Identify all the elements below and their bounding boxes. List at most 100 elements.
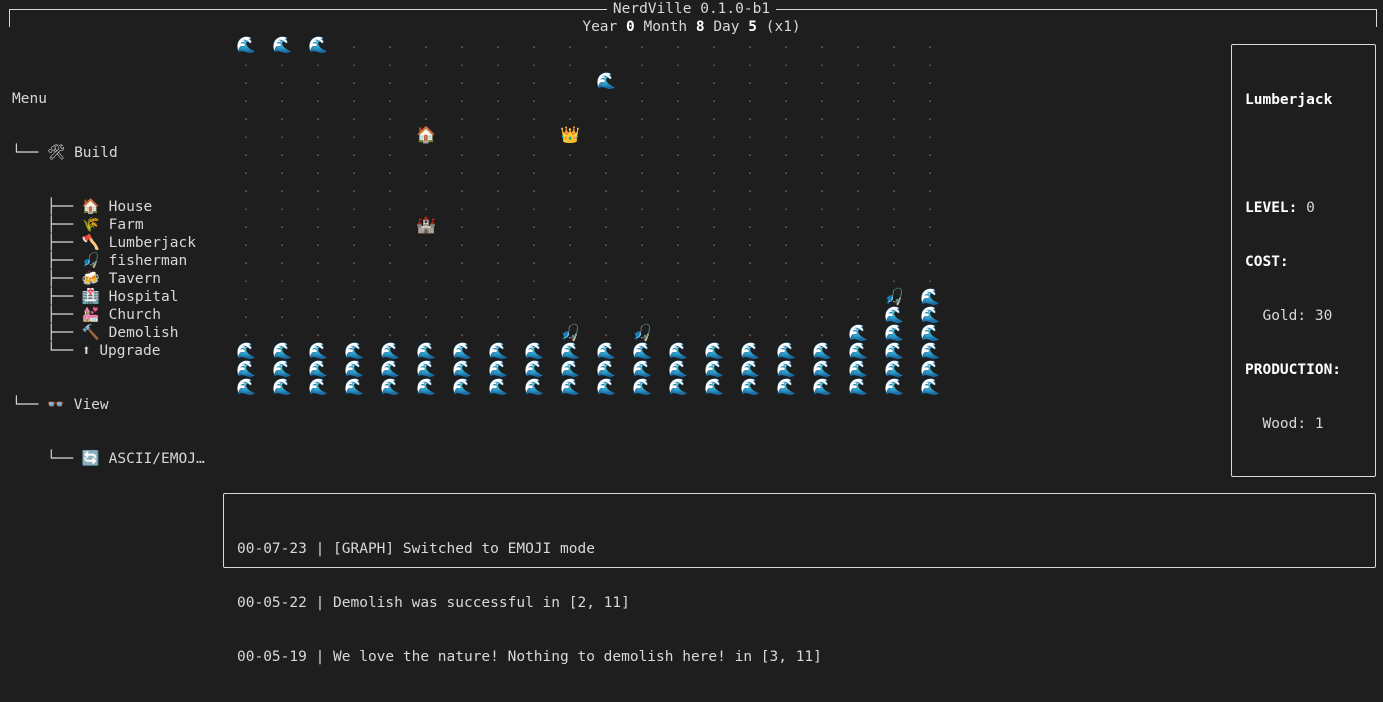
map-tile-empty[interactable]: . [624, 216, 660, 234]
map-tile-empty[interactable]: . [300, 216, 336, 234]
map-tile-empty[interactable]: . [876, 162, 912, 180]
map-tile-empty[interactable]: . [372, 216, 408, 234]
map-tile-empty[interactable]: . [336, 270, 372, 288]
map-tile-empty[interactable]: . [768, 72, 804, 90]
map-tile-empty[interactable]: . [804, 234, 840, 252]
map-tile-empty[interactable]: . [408, 288, 444, 306]
map-tile-water-icon[interactable]: 🌊 [516, 378, 552, 396]
map-tile-empty[interactable]: . [372, 288, 408, 306]
map-tile-empty[interactable]: . [264, 288, 300, 306]
map-tile-water-icon[interactable]: 🌊 [840, 324, 876, 342]
map-tile-empty[interactable]: . [876, 180, 912, 198]
map-tile-fisherman-icon[interactable]: 🎣 [624, 324, 660, 342]
map-tile-empty[interactable]: . [516, 216, 552, 234]
map-tile-empty[interactable]: . [516, 270, 552, 288]
map-tile-empty[interactable]: . [228, 180, 264, 198]
map-tile-empty[interactable]: . [264, 306, 300, 324]
map-tile-empty[interactable]: . [264, 198, 300, 216]
map-tile-empty[interactable]: . [408, 252, 444, 270]
map-tile-water-icon[interactable]: 🌊 [444, 360, 480, 378]
map-tile-empty[interactable]: . [804, 216, 840, 234]
map-tile-empty[interactable]: . [516, 126, 552, 144]
map-tile-empty[interactable]: . [264, 90, 300, 108]
map-tile-empty[interactable]: . [804, 108, 840, 126]
map-tile-empty[interactable]: . [660, 54, 696, 72]
map-tile-empty[interactable]: . [876, 72, 912, 90]
map-tile-empty[interactable]: . [840, 216, 876, 234]
map-tile-water-icon[interactable]: 🌊 [840, 378, 876, 396]
map-tile-empty[interactable]: . [516, 306, 552, 324]
map-tile-empty[interactable]: . [480, 288, 516, 306]
map-tile-empty[interactable]: . [696, 54, 732, 72]
map-tile-empty[interactable]: . [228, 234, 264, 252]
build-item-house[interactable]: ├── 🏠 House [12, 198, 205, 216]
map-tile-empty[interactable]: . [480, 306, 516, 324]
map-tile-empty[interactable]: . [768, 144, 804, 162]
map-tile-empty[interactable]: . [660, 180, 696, 198]
map-tile-empty[interactable]: . [300, 90, 336, 108]
map-tile-empty[interactable]: . [768, 234, 804, 252]
map-tile-empty[interactable]: . [732, 108, 768, 126]
map-tile-empty[interactable]: . [480, 72, 516, 90]
map-tile-empty[interactable]: . [480, 162, 516, 180]
map-tile-empty[interactable]: . [840, 180, 876, 198]
build-item-demolish[interactable]: ├── 🔨 Demolish [12, 324, 205, 342]
map-tile-empty[interactable]: . [228, 108, 264, 126]
map-tile-water-icon[interactable]: 🌊 [660, 360, 696, 378]
map-tile-empty[interactable]: . [588, 144, 624, 162]
map-tile-empty[interactable]: . [660, 126, 696, 144]
map-tile-empty[interactable]: . [588, 288, 624, 306]
map-tile-empty[interactable]: . [732, 270, 768, 288]
build-item-lumberjack[interactable]: ├── 🪓 Lumberjack [12, 234, 205, 252]
map-tile-water-icon[interactable]: 🌊 [408, 378, 444, 396]
map-tile-empty[interactable]: . [660, 234, 696, 252]
map-tile-empty[interactable]: . [444, 162, 480, 180]
map-tile-empty[interactable]: . [264, 144, 300, 162]
build-item-tavern[interactable]: ├── 🍻 Tavern [12, 270, 205, 288]
map-tile-empty[interactable]: . [804, 324, 840, 342]
map-tile-empty[interactable]: . [840, 72, 876, 90]
map-tile-empty[interactable]: . [840, 54, 876, 72]
map-tile-empty[interactable]: . [444, 288, 480, 306]
map-tile-empty[interactable]: . [264, 216, 300, 234]
map-tile-water-icon[interactable]: 🌊 [840, 360, 876, 378]
map-tile-empty[interactable]: . [876, 216, 912, 234]
map-tile-empty[interactable]: . [588, 198, 624, 216]
map-tile-empty[interactable]: . [228, 288, 264, 306]
map-tile-empty[interactable]: . [552, 306, 588, 324]
map-tile-water-icon[interactable]: 🌊 [732, 342, 768, 360]
map-tile-empty[interactable]: . [732, 216, 768, 234]
map-tile-empty[interactable]: . [264, 270, 300, 288]
map-tile-empty[interactable]: . [516, 54, 552, 72]
map-tile-empty[interactable]: . [588, 108, 624, 126]
map-tile-empty[interactable]: . [624, 252, 660, 270]
map-tile-water-icon[interactable]: 🌊 [804, 378, 840, 396]
map-tile-empty[interactable]: . [336, 90, 372, 108]
map-tile-empty[interactable]: . [696, 288, 732, 306]
game-map[interactable]: 🌊 🌊 🌊.....................................… [228, 36, 948, 396]
map-tile-empty[interactable]: . [876, 144, 912, 162]
map-tile-empty[interactable]: . [444, 234, 480, 252]
map-tile-empty[interactable]: . [228, 90, 264, 108]
map-tile-empty[interactable]: . [444, 252, 480, 270]
map-tile-empty[interactable]: . [660, 270, 696, 288]
map-tile-water-icon[interactable]: 🌊 [264, 36, 300, 54]
map-tile-water-icon[interactable]: 🌊 [588, 342, 624, 360]
map-tile-empty[interactable]: . [480, 216, 516, 234]
map-tile-empty[interactable]: . [480, 234, 516, 252]
map-tile-empty[interactable]: . [696, 72, 732, 90]
map-tile-empty[interactable]: . [444, 324, 480, 342]
map-tile-empty[interactable]: . [372, 324, 408, 342]
map-tile-empty[interactable]: . [552, 180, 588, 198]
map-tile-empty[interactable]: . [372, 162, 408, 180]
map-tile-empty[interactable]: . [264, 162, 300, 180]
map-tile-water-icon[interactable]: 🌊 [912, 306, 948, 324]
map-tile-empty[interactable]: . [336, 126, 372, 144]
map-tile-water-icon[interactable]: 🌊 [768, 360, 804, 378]
map-tile-empty[interactable]: . [912, 162, 948, 180]
map-tile-empty[interactable]: . [336, 234, 372, 252]
map-tile-empty[interactable]: . [804, 288, 840, 306]
map-tile-empty[interactable]: . [912, 36, 948, 54]
map-tile-water-icon[interactable]: 🌊 [228, 360, 264, 378]
map-tile-empty[interactable]: . [480, 270, 516, 288]
